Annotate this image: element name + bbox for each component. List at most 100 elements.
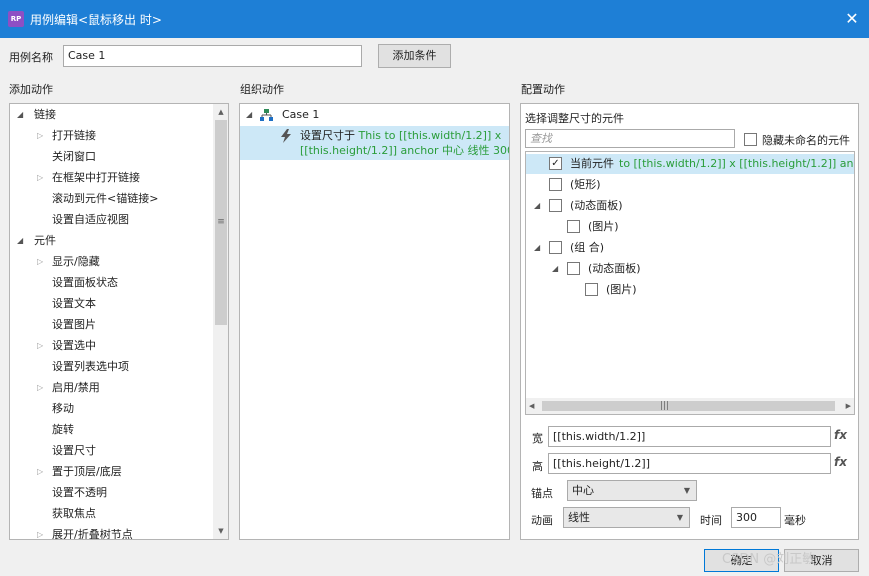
hscroll-thumb[interactable] — [542, 401, 835, 411]
animation-select[interactable]: 线性 ▼ — [563, 507, 690, 528]
action-row-selected[interactable]: 设置尺寸于 This to [[this.width/1.2]] x [[thi… — [240, 126, 509, 160]
expand-closed-icon[interactable]: ▷ — [37, 336, 47, 356]
expand-open-icon[interactable]: ◢ — [534, 196, 544, 216]
action-item[interactable]: 设置图片 — [10, 315, 210, 335]
add-condition-button[interactable]: 添加条件 — [378, 44, 451, 68]
widget-tree-row[interactable]: (图片) — [526, 217, 854, 237]
action-item[interactable]: 设置面板状态 — [10, 273, 210, 293]
widget-label: 当前元件 — [570, 157, 614, 170]
widget-checkbox[interactable] — [585, 283, 598, 296]
action-item-label: 展开/折叠树节点 — [52, 528, 133, 540]
app-icon: RP — [8, 11, 24, 27]
action-item[interactable]: 旋转 — [10, 420, 210, 440]
widget-checkbox[interactable] — [567, 220, 580, 233]
expand-open-icon[interactable]: ◢ — [246, 105, 256, 125]
action-item[interactable]: 设置自适应视图 — [10, 210, 210, 230]
action-item[interactable]: ▷ 设置选中 — [10, 336, 210, 356]
anchor-label: 锚点 — [531, 487, 553, 500]
time-input[interactable]: 300 — [731, 507, 781, 528]
action-item[interactable]: ▷ 启用/禁用 — [10, 378, 210, 398]
widget-checkbox[interactable] — [549, 199, 562, 212]
action-item[interactable]: 移动 — [10, 399, 210, 419]
widget-checkbox[interactable] — [549, 241, 562, 254]
widget-tree-hscrollbar[interactable]: ◀ ||| ▶ — [526, 398, 854, 414]
anchor-value: 中心 — [572, 484, 594, 497]
widget-label: (图片) — [588, 220, 619, 233]
hscroll-grip-icon: ||| — [660, 401, 670, 411]
action-item-label: 显示/隐藏 — [52, 255, 100, 268]
scroll-left-icon[interactable]: ◀ — [529, 398, 534, 414]
widget-search-input[interactable]: 查找 — [525, 129, 735, 148]
organize-actions-panel: ◢ Case 1 设置尺寸于 This to [[this.width/1.2]… — [239, 103, 510, 540]
widget-checkbox[interactable] — [549, 178, 562, 191]
action-item-label: 设置文本 — [52, 297, 96, 310]
action-item[interactable]: 获取焦点 — [10, 504, 210, 524]
hide-unnamed-checkbox[interactable] — [744, 133, 757, 146]
action-item-label: 设置列表选中项 — [52, 360, 129, 373]
action-prefix: 设置尺寸于 — [300, 129, 355, 142]
action-item-label: 设置自适应视图 — [52, 213, 129, 226]
action-item[interactable]: ▷ 在框架中打开链接 — [10, 168, 210, 188]
action-item-label: 启用/禁用 — [52, 381, 100, 394]
close-icon[interactable]: ✕ — [835, 0, 869, 38]
action-item-label: 设置不透明 — [52, 486, 107, 499]
widget-tree: ✓ 当前元件 to [[this.width/1.2]] x [[this.heig… — [525, 151, 855, 415]
widget-tree-row[interactable]: ◢ (动态面板) — [526, 259, 854, 279]
action-item[interactable]: 关闭窗口 — [10, 147, 210, 167]
action-group-label: 链接 — [34, 108, 56, 121]
expand-open-icon[interactable]: ◢ — [17, 105, 27, 125]
widget-tree-row[interactable]: (矩形) — [526, 175, 854, 195]
action-detail-line2: [[this.height/1.2]] anchor 中心 线性 300ms — [300, 144, 510, 157]
expand-closed-icon[interactable]: ▷ — [37, 252, 47, 272]
height-fx-button[interactable]: fx — [834, 455, 847, 469]
scroll-down-icon[interactable]: ▼ — [213, 523, 228, 539]
widget-label: (矩形) — [570, 178, 601, 191]
expand-open-icon[interactable]: ◢ — [17, 231, 27, 251]
lightning-icon — [281, 129, 291, 143]
action-group-row[interactable]: ◢ 链接 — [10, 105, 210, 125]
case-name-input[interactable]: Case 1 — [63, 45, 362, 67]
action-group-label: 元件 — [34, 234, 56, 247]
action-item[interactable]: ▷ 展开/折叠树节点 — [10, 525, 210, 540]
action-item[interactable]: 设置文本 — [10, 294, 210, 314]
widget-tree-row[interactable]: ✓ 当前元件 to [[this.width/1.2]] x [[this.heig… — [526, 154, 854, 174]
hide-unnamed-label: 隐藏未命名的元件 — [762, 134, 850, 147]
action-item-label: 获取焦点 — [52, 507, 96, 520]
widget-checkbox[interactable]: ✓ — [549, 157, 562, 170]
height-input[interactable]: [[this.height/1.2]] — [548, 453, 831, 474]
action-item[interactable]: 设置列表选中项 — [10, 357, 210, 377]
expand-open-icon[interactable]: ◢ — [552, 259, 562, 279]
action-item-label: 置于顶层/底层 — [52, 465, 122, 478]
add-actions-scrollbar[interactable]: ▲ ≡ ▼ — [213, 104, 228, 539]
scroll-up-icon[interactable]: ▲ — [213, 104, 228, 120]
action-group-row[interactable]: ◢ 元件 — [10, 231, 210, 251]
action-item-label: 在框架中打开链接 — [52, 171, 140, 184]
widget-checkbox[interactable] — [567, 262, 580, 275]
expand-open-icon[interactable]: ◢ — [534, 238, 544, 258]
anchor-select[interactable]: 中心 ▼ — [567, 480, 697, 501]
add-actions-header: 添加动作 — [9, 83, 53, 96]
expand-closed-icon[interactable]: ▷ — [37, 168, 47, 188]
action-item[interactable]: ▷ 显示/隐藏 — [10, 252, 210, 272]
expand-closed-icon[interactable]: ▷ — [37, 462, 47, 482]
scroll-right-icon[interactable]: ▶ — [846, 398, 851, 414]
animation-label: 动画 — [531, 514, 553, 527]
width-input[interactable]: [[this.width/1.2]] — [548, 426, 831, 447]
chevron-down-icon: ▼ — [683, 486, 690, 495]
action-item[interactable]: 滚动到元件<锚链接> — [10, 189, 210, 209]
widget-tree-row[interactable]: ◢ (组 合) — [526, 238, 854, 258]
widget-tree-row[interactable]: (图片) — [526, 280, 854, 300]
case-row[interactable]: ◢ Case 1 — [240, 105, 509, 125]
expand-closed-icon[interactable]: ▷ — [37, 126, 47, 146]
expand-closed-icon[interactable]: ▷ — [37, 525, 47, 539]
widget-label: (图片) — [606, 283, 637, 296]
action-item[interactable]: 设置尺寸 — [10, 441, 210, 461]
widget-tree-row[interactable]: ◢ (动态面板) — [526, 196, 854, 216]
width-fx-button[interactable]: fx — [834, 428, 847, 442]
expand-closed-icon[interactable]: ▷ — [37, 378, 47, 398]
action-item[interactable]: 设置不透明 — [10, 483, 210, 503]
action-item[interactable]: ▷ 置于顶层/底层 — [10, 462, 210, 482]
action-item[interactable]: ▷ 打开链接 — [10, 126, 210, 146]
widget-label: (动态面板) — [588, 262, 641, 275]
organize-actions-header: 组织动作 — [240, 83, 284, 96]
